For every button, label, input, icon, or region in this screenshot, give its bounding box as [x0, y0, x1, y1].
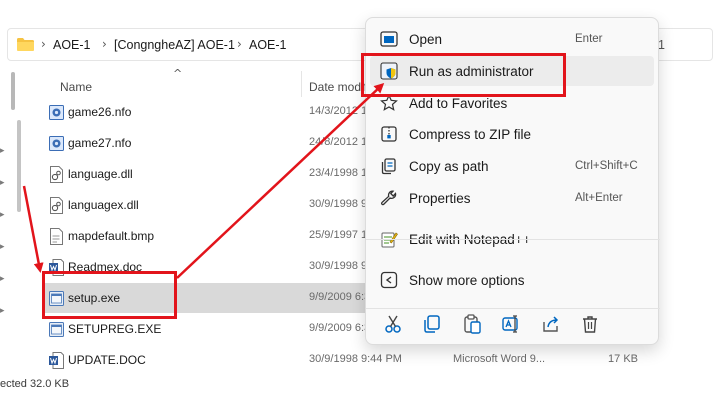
file-size: 17 KB [608, 353, 638, 365]
menu-item-label: Copy as path [409, 159, 489, 174]
file-date-modified: 30/9/1998 9 [309, 260, 368, 272]
copy-path-icon [381, 158, 396, 175]
pin-icon: ▸ [0, 306, 5, 316]
context-menu-action-bar [370, 308, 654, 340]
menu-item-copy-as-path[interactable]: Copy as path Ctrl+Shift+C [370, 151, 654, 181]
menu-item-label: Open [409, 32, 443, 47]
file-name: mapdefault.bmp [68, 229, 155, 243]
file-date-modified: 23/4/1998 1 [309, 167, 368, 179]
nfo-file-icon [49, 136, 64, 151]
file-date-modified: 30/9/1998 9 [309, 198, 368, 210]
wrench-icon [380, 190, 397, 206]
exe-file-icon [49, 322, 64, 337]
file-type: Microsoft Word 9... [453, 353, 546, 365]
word-doc-icon [49, 352, 64, 369]
file-date-modified: 9/9/2009 6:3 [309, 291, 371, 303]
menu-item-open[interactable]: Open Enter [370, 24, 654, 54]
breadcrumb-chevron-icon: › [41, 37, 46, 51]
sort-ascending-icon: ^ [173, 67, 183, 80]
file-name: languagex.dll [68, 198, 139, 212]
breadcrumb-segment[interactable]: AOE-1 [53, 38, 91, 52]
column-header-date[interactable]: Date modified [309, 80, 369, 94]
zip-icon [381, 126, 397, 142]
bmp-file-icon [50, 228, 63, 245]
menu-item-shortcut: Alt+Enter [575, 192, 623, 204]
menu-item-label: Properties [409, 191, 471, 206]
menu-item-shortcut: Ctrl+Shift+C [575, 160, 638, 172]
breadcrumb-segment[interactable]: [CongngheAZ] AOE-1 [114, 38, 235, 52]
menu-item-show-more-options[interactable]: Show more options [370, 265, 654, 295]
file-name: game27.nfo [68, 136, 132, 150]
file-name: game26.nfo [68, 105, 132, 119]
pin-icon: ▸ [0, 242, 5, 252]
file-name: SETUPREG.EXE [68, 322, 162, 336]
breadcrumb-segment[interactable]: AOE-1 [249, 38, 287, 52]
folder-icon [17, 38, 34, 51]
address-bar-tail: 1 [658, 38, 665, 52]
share-icon[interactable] [540, 313, 562, 335]
file-date-modified: 25/9/1997 1 [309, 229, 368, 241]
file-name: UPDATE.DOC [68, 353, 146, 367]
dll-file-icon [50, 197, 63, 214]
rename-icon[interactable] [500, 313, 522, 335]
copy-icon[interactable] [421, 313, 443, 335]
pin-icon: ▸ [0, 274, 5, 284]
column-header-name[interactable]: Name [60, 80, 92, 94]
run-as-admin-highlight-box [361, 53, 566, 97]
menu-item-properties[interactable]: Properties Alt+Enter [370, 183, 654, 213]
nfo-file-icon [49, 105, 64, 120]
file-list-scrollbar[interactable] [17, 120, 21, 212]
cut-icon[interactable] [382, 313, 404, 335]
setup-exe-highlight-box [42, 271, 177, 319]
file-row[interactable]: UPDATE.DOC 30/9/1998 9:44 PM Microsoft Wor… [44, 345, 664, 375]
dll-file-icon [50, 166, 63, 183]
menu-item-label: Show more options [409, 273, 525, 288]
status-bar-text: ected 32.0 KB [0, 378, 70, 390]
more-options-icon [380, 271, 398, 289]
arrow-to-setup-exe [22, 185, 44, 273]
menu-item-label: Add to Favorites [409, 96, 508, 111]
breadcrumb-chevron-icon: › [237, 37, 242, 51]
paste-icon[interactable] [461, 313, 483, 335]
breadcrumb-chevron-icon: › [102, 37, 107, 51]
pin-icon: ▸ [0, 178, 5, 188]
menu-separator [366, 239, 660, 240]
menu-item-label: Compress to ZIP file [409, 127, 532, 142]
open-app-icon [380, 31, 398, 47]
file-date-modified: 9/9/2009 6:3 [309, 322, 371, 334]
pin-icon: ▸ [0, 146, 5, 156]
file-date-modified: 30/9/1998 9:44 PM [309, 353, 402, 365]
menu-item-shortcut: Enter [575, 33, 603, 45]
delete-icon[interactable] [579, 313, 601, 335]
file-name: language.dll [68, 167, 133, 181]
file-date-modified: 14/3/2012 1 [309, 105, 368, 117]
column-divider[interactable] [301, 71, 302, 97]
nav-scrollbar[interactable] [11, 72, 15, 110]
menu-item-compress-to-zip-file[interactable]: Compress to ZIP file [370, 119, 654, 149]
file-date-modified: 24/8/2012 1 [309, 136, 368, 148]
pin-icon: ▸ [0, 210, 5, 220]
